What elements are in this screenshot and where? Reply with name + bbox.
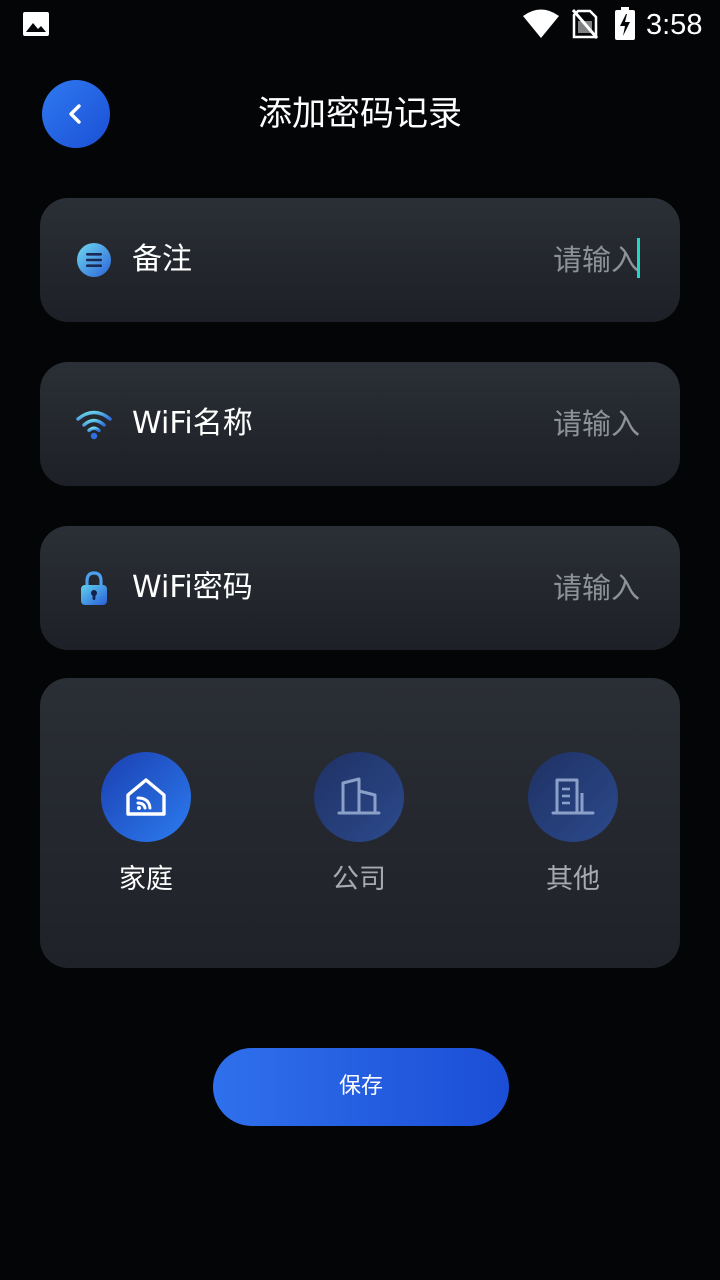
category-home-label: 家庭 <box>119 864 173 895</box>
note-field-card[interactable]: 备注 <box>40 198 680 322</box>
category-company-label: 公司 <box>332 864 386 895</box>
chevron-left-icon <box>69 104 81 124</box>
company-building-icon <box>337 777 381 815</box>
category-home[interactable]: 家庭 <box>71 752 221 902</box>
wifi-name-field-card[interactable]: WiFi名称 <box>40 362 680 486</box>
note-icon <box>77 243 111 277</box>
status-time: 3:58 <box>646 9 703 41</box>
wifi-name-label: WiFi名称 <box>132 406 253 441</box>
category-company-circle[interactable] <box>314 752 404 842</box>
back-button[interactable] <box>42 80 110 148</box>
category-panel: 家庭 公司 其他 <box>40 678 680 968</box>
image-icon <box>23 12 49 36</box>
category-other[interactable]: 其他 <box>498 752 648 902</box>
category-home-circle[interactable] <box>101 752 191 842</box>
no-sim-icon <box>572 9 598 39</box>
lock-icon <box>81 571 107 605</box>
home-icon <box>126 778 166 816</box>
wifi-name-input[interactable] <box>390 402 640 446</box>
wifi-signal-icon <box>523 9 559 38</box>
page-title: 添加密码记录 <box>258 94 462 134</box>
wifi-password-field-card[interactable]: WiFi密码 <box>40 526 680 650</box>
wifi-password-label: WiFi密码 <box>132 570 253 605</box>
category-other-label: 其他 <box>546 864 600 895</box>
battery-charging-icon <box>615 7 635 40</box>
note-input[interactable] <box>390 238 640 282</box>
category-company[interactable]: 公司 <box>284 752 434 902</box>
other-building-icon <box>551 778 595 815</box>
text-cursor <box>637 238 640 278</box>
wifi-password-input[interactable] <box>390 566 640 610</box>
note-label: 备注 <box>132 242 192 277</box>
wifi-icon <box>76 410 112 440</box>
save-button[interactable]: 保存 <box>213 1048 509 1126</box>
category-other-circle[interactable] <box>528 752 618 842</box>
status-bar: 3:58 <box>0 0 720 50</box>
